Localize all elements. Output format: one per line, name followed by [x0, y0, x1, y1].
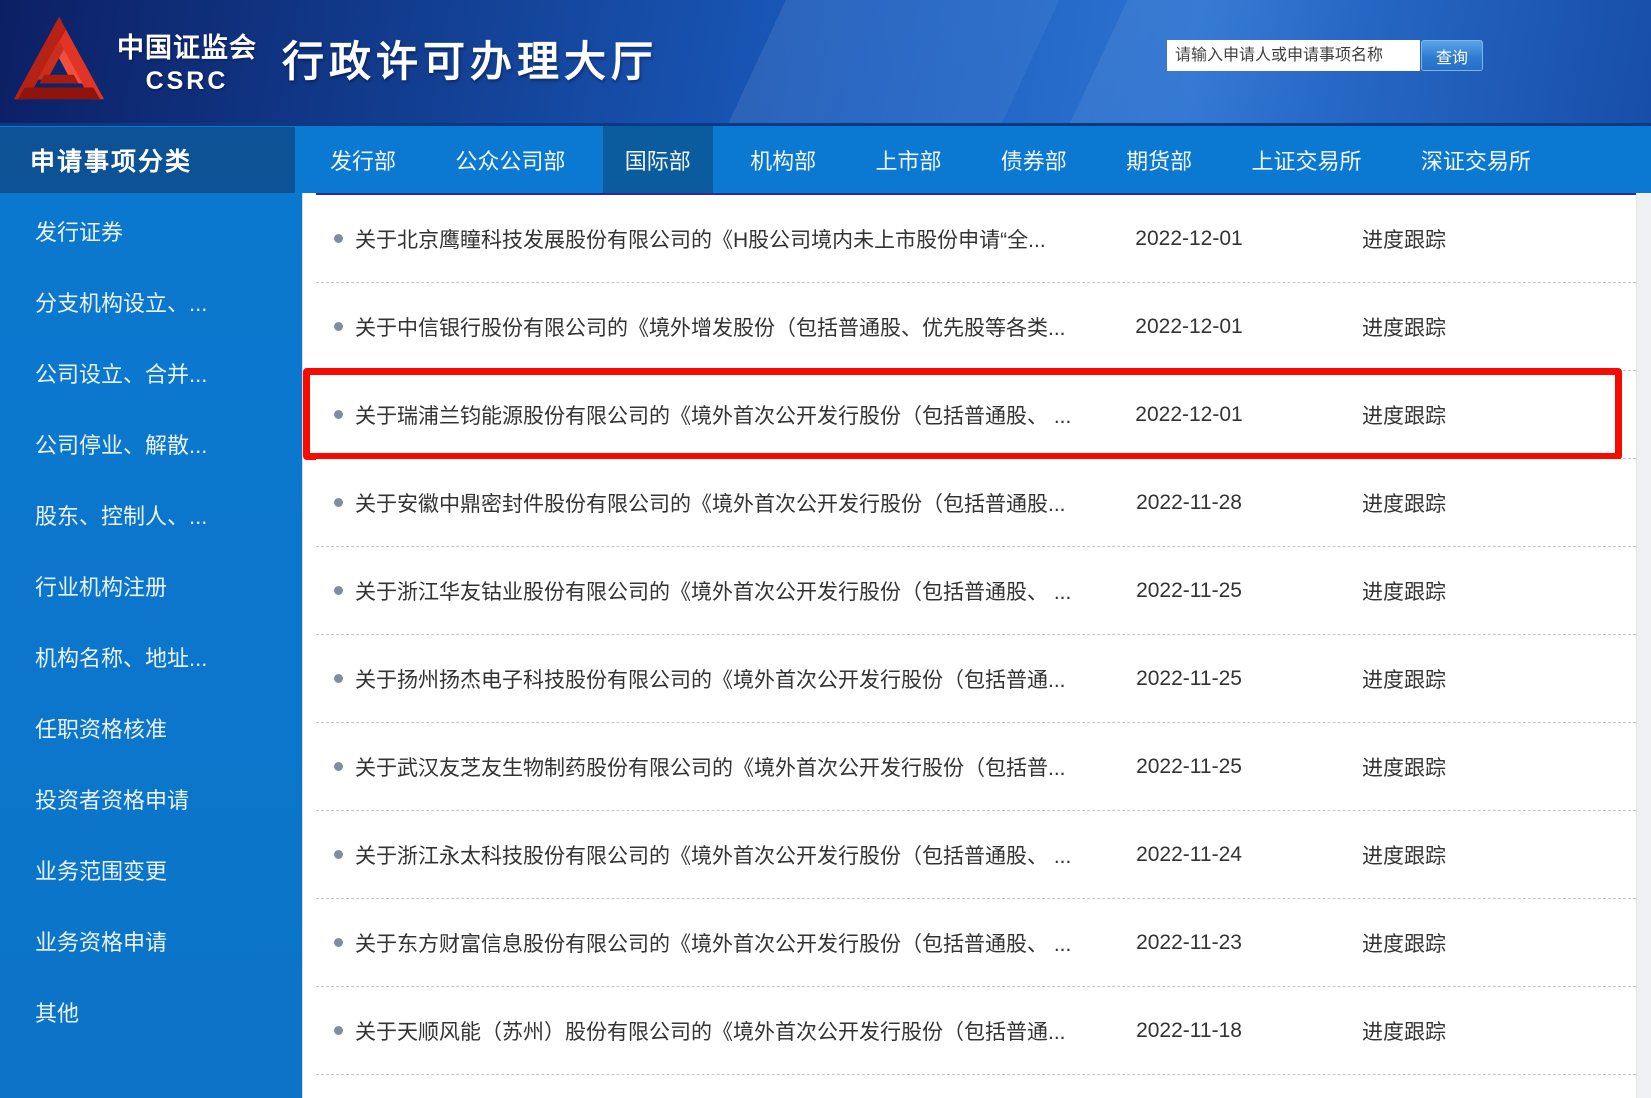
search-button[interactable]: 查询: [1421, 40, 1483, 71]
sidebar-item[interactable]: 公司设立、合并...: [0, 337, 302, 408]
bullet-icon: [334, 410, 343, 419]
content-area: 关于北京鹰瞳科技发展股份有限公司的《H股公司境内未上市股份申请“全...2022…: [302, 193, 1637, 1098]
tab-公众公司部[interactable]: 公众公司部: [433, 126, 587, 193]
item-date: 2022-12-01: [1089, 315, 1289, 339]
progress-link[interactable]: 进度跟踪: [1289, 840, 1519, 870]
list-item: 关于安徽中鼎密封件股份有限公司的《境外首次公开发行股份（包括普通股...2022…: [316, 459, 1636, 547]
bullet-icon: [334, 762, 343, 771]
sidebar: 发行证券分支机构设立、...公司设立、合并...公司停业、解散...股东、控制人…: [0, 193, 302, 1098]
bullet-icon: [334, 674, 343, 683]
tab-深证交易所[interactable]: 深证交易所: [1399, 126, 1553, 193]
item-date: 2022-11-25: [1089, 579, 1289, 603]
item-date: 2022-12-01: [1089, 227, 1289, 251]
item-title[interactable]: 关于武汉友芝友生物制药股份有限公司的《境外首次公开发行股份（包括普...: [355, 752, 1089, 782]
list-item: 关于北京鹰瞳科技发展股份有限公司的《H股公司境内未上市股份申请“全...2022…: [316, 195, 1636, 283]
progress-link[interactable]: 进度跟踪: [1289, 400, 1519, 430]
item-title[interactable]: 关于天顺风能（苏州）股份有限公司的《境外首次公开发行股份（包括普通...: [355, 1016, 1089, 1046]
sidebar-item[interactable]: 机构名称、地址...: [0, 621, 302, 692]
sidebar-item[interactable]: 行业机构注册: [0, 550, 302, 621]
item-date: 2022-11-24: [1089, 843, 1289, 867]
sidebar-item[interactable]: 发行证券: [0, 195, 302, 266]
item-title[interactable]: 关于瑞浦兰钧能源股份有限公司的《境外首次公开发行股份（包括普通股、 ...: [355, 400, 1089, 430]
bullet-icon: [334, 938, 343, 947]
sidebar-title: 申请事项分类: [0, 127, 295, 193]
progress-link[interactable]: 进度跟踪: [1289, 576, 1519, 606]
progress-link[interactable]: 进度跟踪: [1289, 752, 1519, 782]
list-item: 关于浙江永太科技股份有限公司的《境外首次公开发行股份（包括普通股、 ...202…: [316, 811, 1636, 899]
tab-债券部[interactable]: 债券部: [979, 126, 1089, 193]
application-list: 关于北京鹰瞳科技发展股份有限公司的《H股公司境内未上市股份申请“全...2022…: [316, 193, 1636, 1075]
progress-link[interactable]: 进度跟踪: [1289, 224, 1519, 254]
item-date: 2022-12-01: [1089, 403, 1289, 427]
tab-上证交易所[interactable]: 上证交易所: [1230, 126, 1384, 193]
bullet-icon: [334, 1026, 343, 1035]
item-date: 2022-11-25: [1089, 755, 1289, 779]
list-item: 关于中信银行股份有限公司的《境外增发股份（包括普通股、优先股等各类...2022…: [316, 283, 1636, 371]
bullet-icon: [334, 322, 343, 331]
list-item: 关于武汉友芝友生物制药股份有限公司的《境外首次公开发行股份（包括普...2022…: [316, 723, 1636, 811]
item-date: 2022-11-23: [1089, 931, 1289, 955]
progress-link[interactable]: 进度跟踪: [1289, 1016, 1519, 1046]
tab-发行部[interactable]: 发行部: [308, 126, 418, 193]
item-date: 2022-11-25: [1089, 667, 1289, 691]
item-title[interactable]: 关于扬州扬杰电子科技股份有限公司的《境外首次公开发行股份（包括普通...: [355, 664, 1089, 694]
search-input[interactable]: [1167, 40, 1420, 71]
org-block: 中国证监会 CSRC: [112, 26, 262, 96]
bullet-icon: [334, 850, 343, 859]
sidebar-item[interactable]: 业务范围变更: [0, 834, 302, 905]
sidebar-item[interactable]: 公司停业、解散...: [0, 408, 302, 479]
item-title[interactable]: 关于浙江华友钴业股份有限公司的《境外首次公开发行股份（包括普通股、 ...: [355, 576, 1089, 606]
progress-link[interactable]: 进度跟踪: [1289, 312, 1519, 342]
tab-期货部[interactable]: 期货部: [1104, 126, 1214, 193]
progress-link[interactable]: 进度跟踪: [1289, 488, 1519, 518]
list-item: 关于浙江华友钴业股份有限公司的《境外首次公开发行股份（包括普通股、 ...202…: [316, 547, 1636, 635]
sidebar-item[interactable]: 业务资格申请: [0, 905, 302, 976]
tab-机构部[interactable]: 机构部: [728, 126, 838, 193]
page-title: 行政许可办理大厅: [282, 28, 658, 89]
sidebar-item[interactable]: 分支机构设立、...: [0, 266, 302, 337]
item-date: 2022-11-18: [1089, 1019, 1289, 1043]
item-date: 2022-11-28: [1089, 491, 1289, 515]
bullet-icon: [334, 586, 343, 595]
list-item: 关于东方财富信息股份有限公司的《境外首次公开发行股份（包括普通股、 ...202…: [316, 899, 1636, 987]
progress-link[interactable]: 进度跟踪: [1289, 928, 1519, 958]
bullet-icon: [334, 498, 343, 507]
list-item: 关于天顺风能（苏州）股份有限公司的《境外首次公开发行股份（包括普通...2022…: [316, 987, 1636, 1075]
csrc-logo: [10, 12, 108, 112]
item-title[interactable]: 关于北京鹰瞳科技发展股份有限公司的《H股公司境内未上市股份申请“全...: [355, 224, 1089, 254]
search-group: 查询: [1167, 40, 1483, 71]
list-item: 关于扬州扬杰电子科技股份有限公司的《境外首次公开发行股份（包括普通...2022…: [316, 635, 1636, 723]
sidebar-item[interactable]: 任职资格核准: [0, 692, 302, 763]
sidebar-item[interactable]: 股东、控制人、...: [0, 479, 302, 550]
app-header: 中国证监会 CSRC 行政许可办理大厅 查询: [0, 0, 1651, 123]
tab-上市部[interactable]: 上市部: [853, 126, 963, 193]
item-title[interactable]: 关于东方财富信息股份有限公司的《境外首次公开发行股份（包括普通股、 ...: [355, 928, 1089, 958]
sidebar-item[interactable]: 其他: [0, 976, 302, 1047]
bullet-icon: [334, 234, 343, 243]
item-title[interactable]: 关于中信银行股份有限公司的《境外增发股份（包括普通股、优先股等各类...: [355, 312, 1089, 342]
item-title[interactable]: 关于安徽中鼎密封件股份有限公司的《境外首次公开发行股份（包括普通股...: [355, 488, 1089, 518]
progress-link[interactable]: 进度跟踪: [1289, 664, 1519, 694]
list-item: 关于瑞浦兰钧能源股份有限公司的《境外首次公开发行股份（包括普通股、 ...202…: [316, 371, 1636, 459]
org-name: 中国证监会: [112, 26, 262, 65]
org-abbr: CSRC: [112, 67, 262, 96]
sidebar-item[interactable]: 投资者资格申请: [0, 763, 302, 834]
item-title[interactable]: 关于浙江永太科技股份有限公司的《境外首次公开发行股份（包括普通股、 ...: [355, 840, 1089, 870]
tab-国际部[interactable]: 国际部: [603, 126, 713, 193]
